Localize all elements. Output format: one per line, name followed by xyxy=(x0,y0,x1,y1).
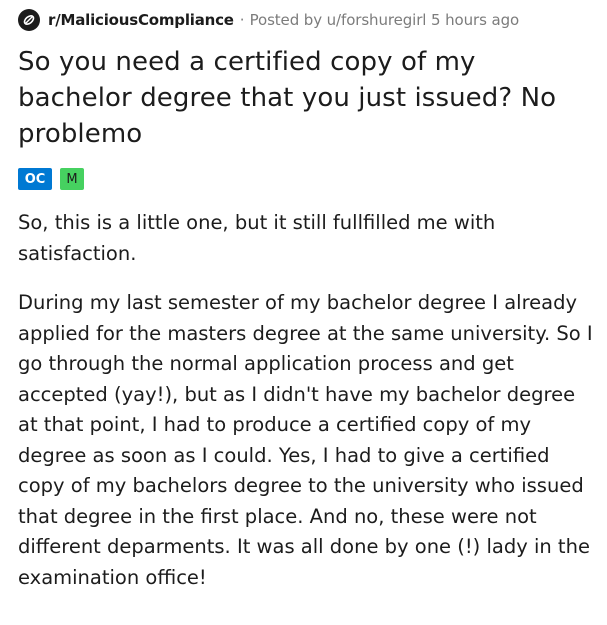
meta-separator: · xyxy=(239,11,245,29)
post-body: So, this is a little one, but it still f… xyxy=(18,208,593,593)
posted-by-text[interactable]: Posted by u/forshuregirl 5 hours ago xyxy=(250,11,520,29)
flair-row: OC M xyxy=(18,168,593,190)
leaf-glyph-icon xyxy=(23,15,35,25)
post-meta: r/MaliciousCompliance · Posted by u/fors… xyxy=(18,6,593,34)
subreddit-icon[interactable] xyxy=(18,9,40,31)
m-flair[interactable]: M xyxy=(60,168,84,190)
body-paragraph-1: So, this is a little one, but it still f… xyxy=(18,211,496,265)
subreddit-link[interactable]: r/MaliciousCompliance xyxy=(48,11,234,29)
body-paragraph-2: During my last semester of my bachelor d… xyxy=(18,291,593,589)
oc-flair[interactable]: OC xyxy=(18,168,52,190)
post-title[interactable]: So you need a certified copy of my bache… xyxy=(18,44,593,152)
post-card: r/MaliciousCompliance · Posted by u/fors… xyxy=(0,0,607,625)
